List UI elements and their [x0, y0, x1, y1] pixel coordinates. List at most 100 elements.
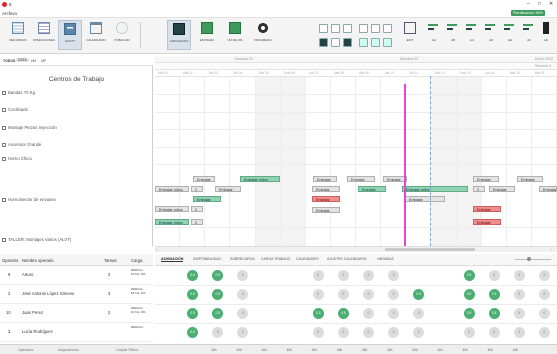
- assignment-cell[interactable]: 0.5: [312, 308, 324, 319]
- assignment-cell[interactable]: 0: [413, 327, 425, 338]
- gantt-task[interactable]: Embalar: [312, 186, 340, 192]
- scroll-thumb[interactable]: [385, 248, 475, 251]
- assignment-cell[interactable]: 0: [538, 327, 550, 338]
- resource-row[interactable]: Horno/sector de envases: [2, 197, 56, 202]
- gantt-task[interactable]: Embalar: [473, 219, 501, 225]
- gantt-task[interactable]: 2: [191, 186, 203, 192]
- checkbox-icon[interactable]: [2, 197, 6, 202]
- gantt-task[interactable]: Embalar: [313, 176, 337, 182]
- tab-calendar[interactable]: CALENDARIO: [296, 257, 319, 261]
- assignment-cell[interactable]: 0: [363, 270, 374, 281]
- resource-row[interactable]: Horno Chico: [2, 156, 32, 161]
- assignment-cell[interactable]: 0.5: [488, 289, 500, 300]
- tab-variable[interactable]: VARIABLE: [377, 257, 394, 261]
- tab-calendar-settings[interactable]: AJUSTES CALENDARIO: [327, 257, 366, 261]
- assignment-cell[interactable]: 0.5: [187, 289, 199, 300]
- tab-up[interactable]: UP: [41, 59, 46, 63]
- filter-icon[interactable]: [383, 24, 392, 33]
- progress-button[interactable]: PROGRESO: [251, 20, 275, 50]
- slider-handle-icon[interactable]: [527, 257, 531, 261]
- assignment-cell[interactable]: 0: [237, 327, 249, 338]
- assignment-cell[interactable]: 0.5: [187, 308, 199, 319]
- zoom-in-icon[interactable]: [359, 24, 368, 33]
- tab-all[interactable]: TODOS: [3, 59, 15, 63]
- gantt-task[interactable]: 2: [473, 186, 485, 192]
- assignment-cell[interactable]: 0: [312, 270, 324, 281]
- tab-hh[interactable]: HH: [31, 59, 36, 63]
- assignment-cell[interactable]: 0: [363, 308, 374, 319]
- tab-workload[interactable]: CARGA TRABAJO: [261, 257, 290, 261]
- checkbox-icon[interactable]: [2, 125, 6, 130]
- tab-data[interactable]: DATA: [16, 58, 29, 62]
- search-plus-icon[interactable]: [371, 38, 380, 47]
- resources-button[interactable]: RECURSOS: [6, 20, 30, 50]
- tab-availability[interactable]: DISPONIBILIDAD: [193, 257, 221, 261]
- table-row[interactable]: 2 José Antonio López Gimeno 3 2000 hrs. …: [0, 285, 153, 304]
- assignment-cell[interactable]: 0: [513, 270, 525, 281]
- gantt-task[interactable]: Embalar: [193, 176, 215, 182]
- gantt-task[interactable]: Embalar: [473, 206, 501, 212]
- col-operator[interactable]: Operario: [2, 258, 18, 263]
- gantt-task[interactable]: Embalar rollos: [155, 186, 189, 192]
- assignment-cell[interactable]: 0: [337, 289, 349, 300]
- table-row[interactable]: 10 Juan Perez 2 2000 hrs. 10 hrs. 0%: [0, 304, 153, 323]
- checkbox-icon[interactable]: [2, 107, 6, 112]
- col-tasks[interactable]: Tareas: [104, 258, 117, 263]
- operators-filter[interactable]: Operarios: [18, 348, 33, 352]
- assignment-cell[interactable]: 0: [212, 327, 224, 338]
- assignment-cell[interactable]: 0: [513, 289, 525, 300]
- assignment-cell[interactable]: 0: [513, 327, 525, 338]
- assignment-cell[interactable]: 0: [513, 308, 525, 319]
- assignment-cell[interactable]: 0: [413, 308, 425, 319]
- arrow-right-icon[interactable]: [343, 38, 352, 47]
- gantt-task[interactable]: Embalar rollos: [155, 219, 189, 225]
- resource-row[interactable]: Cocilinado: [2, 107, 28, 112]
- col-name[interactable]: Nombre operario: [22, 258, 53, 263]
- gantt-task[interactable]: 2: [191, 219, 203, 225]
- gantt-task[interactable]: Embalar: [312, 207, 340, 213]
- assignment-cell[interactable]: 0: [237, 270, 249, 281]
- resource-row[interactable]: TALLER: Montajes Varios (ALVT): [2, 237, 71, 242]
- entry-button[interactable]: ENTRADA: [195, 20, 219, 50]
- assignment-cell[interactable]: 0: [488, 327, 500, 338]
- assignment-cell[interactable]: 0: [388, 308, 400, 319]
- gantt-task[interactable]: Embalar rollos: [240, 176, 280, 182]
- today-icon[interactable]: [331, 38, 340, 47]
- assignment-cell[interactable]: 0: [337, 327, 349, 338]
- assignment-cell[interactable]: 0: [312, 327, 324, 338]
- assignment-cell[interactable]: 0: [538, 270, 550, 281]
- checkbox-icon[interactable]: [2, 90, 6, 95]
- assignment-button[interactable]: ASIGNACIÓN: [167, 20, 191, 50]
- zoom-slider[interactable]: [515, 259, 551, 260]
- zoom-out-icon[interactable]: [371, 24, 380, 33]
- gantt-task[interactable]: Embalar: [473, 176, 499, 182]
- assignment-cell[interactable]: 0.5: [463, 289, 475, 300]
- resource-row[interactable]: Montaje Piezas Inyección: [2, 125, 57, 130]
- horizontal-scrollbar[interactable]: ‹ ›: [155, 246, 557, 252]
- tab-overload[interactable]: SOBRECARGA: [230, 257, 255, 261]
- assignment-cell[interactable]: 0.5: [413, 289, 425, 300]
- calendar-button[interactable]: CALENDARIO: [84, 20, 108, 50]
- calendar-week-icon[interactable]: [331, 24, 340, 33]
- table-row[interactable]: 9 Arturo 2 2000 hrs. 10 hrs. 0%: [0, 266, 153, 285]
- table-row[interactable]: 3 Lucía Rodríguez 2000 hrs.: [0, 323, 153, 342]
- menu-file[interactable]: Archivo: [2, 11, 17, 16]
- resource-row[interactable]: Bandas 70 Kg: [2, 90, 35, 95]
- checkbox-icon[interactable]: [2, 237, 6, 242]
- assignment-cell[interactable]: 0: [363, 289, 374, 300]
- assignment-cell[interactable]: 0.5: [212, 270, 224, 281]
- assignment-cell[interactable]: 0.5: [212, 289, 224, 300]
- assignment-cell[interactable]: 0.5: [212, 308, 224, 319]
- gantt-task[interactable]: Embalar: [489, 186, 515, 192]
- minimize-button[interactable]: –: [527, 1, 530, 7]
- gantt-task[interactable]: Embalar: [358, 186, 386, 192]
- gantt-task[interactable]: Embalar: [539, 186, 557, 192]
- assignment-cell[interactable]: 0: [488, 270, 500, 281]
- col-load[interactable]: Carga: [131, 258, 142, 263]
- align-7-button[interactable]: AG: [536, 20, 556, 50]
- assignment-cell[interactable]: 0: [388, 327, 400, 338]
- assignment-cell[interactable]: 0.5: [337, 308, 349, 319]
- gantt-task[interactable]: Embalar: [517, 176, 543, 182]
- gantt-task[interactable]: Embalar rollos: [155, 206, 189, 212]
- checkbox-icon[interactable]: [2, 142, 6, 147]
